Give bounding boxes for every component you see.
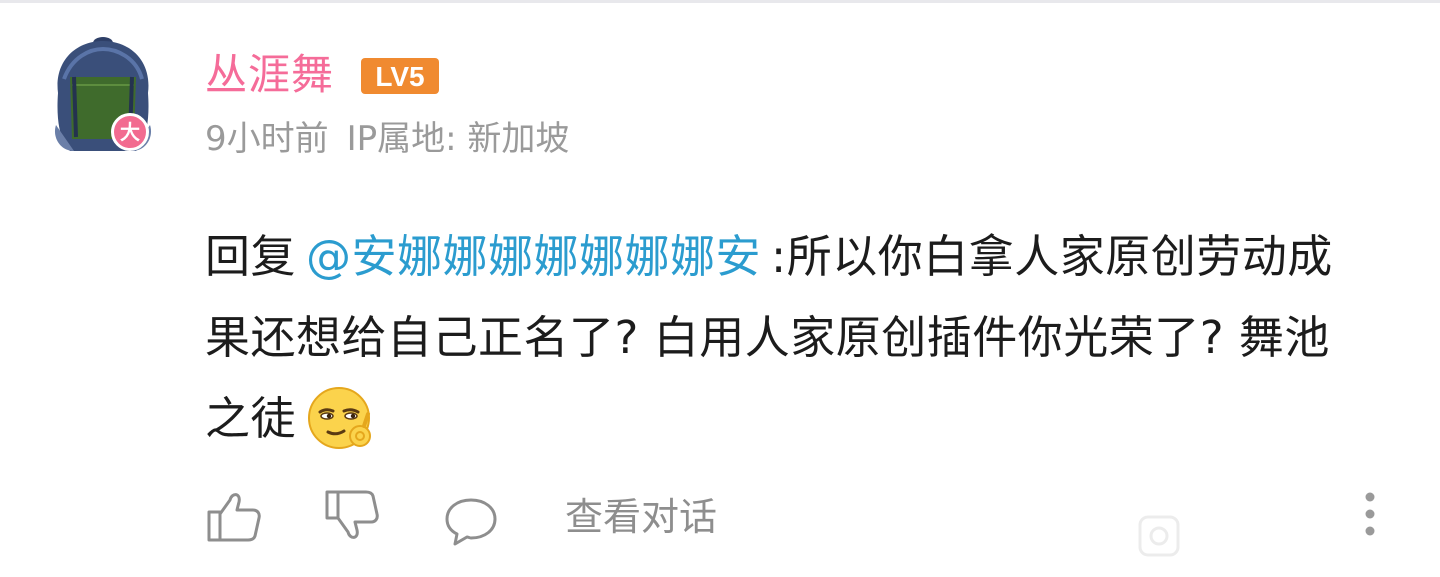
vertical-ellipsis-icon[interactable] <box>1355 490 1385 538</box>
thumbs-down-icon[interactable] <box>323 488 379 544</box>
reply-prefix: 回复 <box>205 230 297 283</box>
level-badge: LV5 <box>361 58 439 94</box>
view-conversation-button[interactable]: 查看对话 <box>565 494 717 540</box>
watermark-icon <box>1138 515 1180 557</box>
username[interactable]: 丛涯舞 <box>205 50 334 100</box>
level-badge-text: LV5 <box>375 61 424 92</box>
ip-location: IP属地: 新加坡 <box>346 119 570 159</box>
smug-ok-hand-emoji-icon <box>308 387 372 449</box>
speech-bubble-icon[interactable] <box>443 494 499 550</box>
thumbs-up-icon[interactable] <box>205 488 261 544</box>
avatar[interactable]: 大 <box>50 33 156 157</box>
mention-link[interactable]: @安娜娜娜娜娜娜娜安 <box>306 230 761 283</box>
avatar-badge: 大 <box>111 113 149 151</box>
comment-meta: 9小时前 IP属地: 新加坡 <box>205 118 569 160</box>
top-divider <box>0 0 1440 3</box>
comment-time: 9小时前 <box>205 119 329 159</box>
comment-body: 回复 @安娜娜娜娜娜娜娜安:所以你白拿人家原创劳动成果还想给自己正名了? 白用人家… <box>205 216 1375 459</box>
